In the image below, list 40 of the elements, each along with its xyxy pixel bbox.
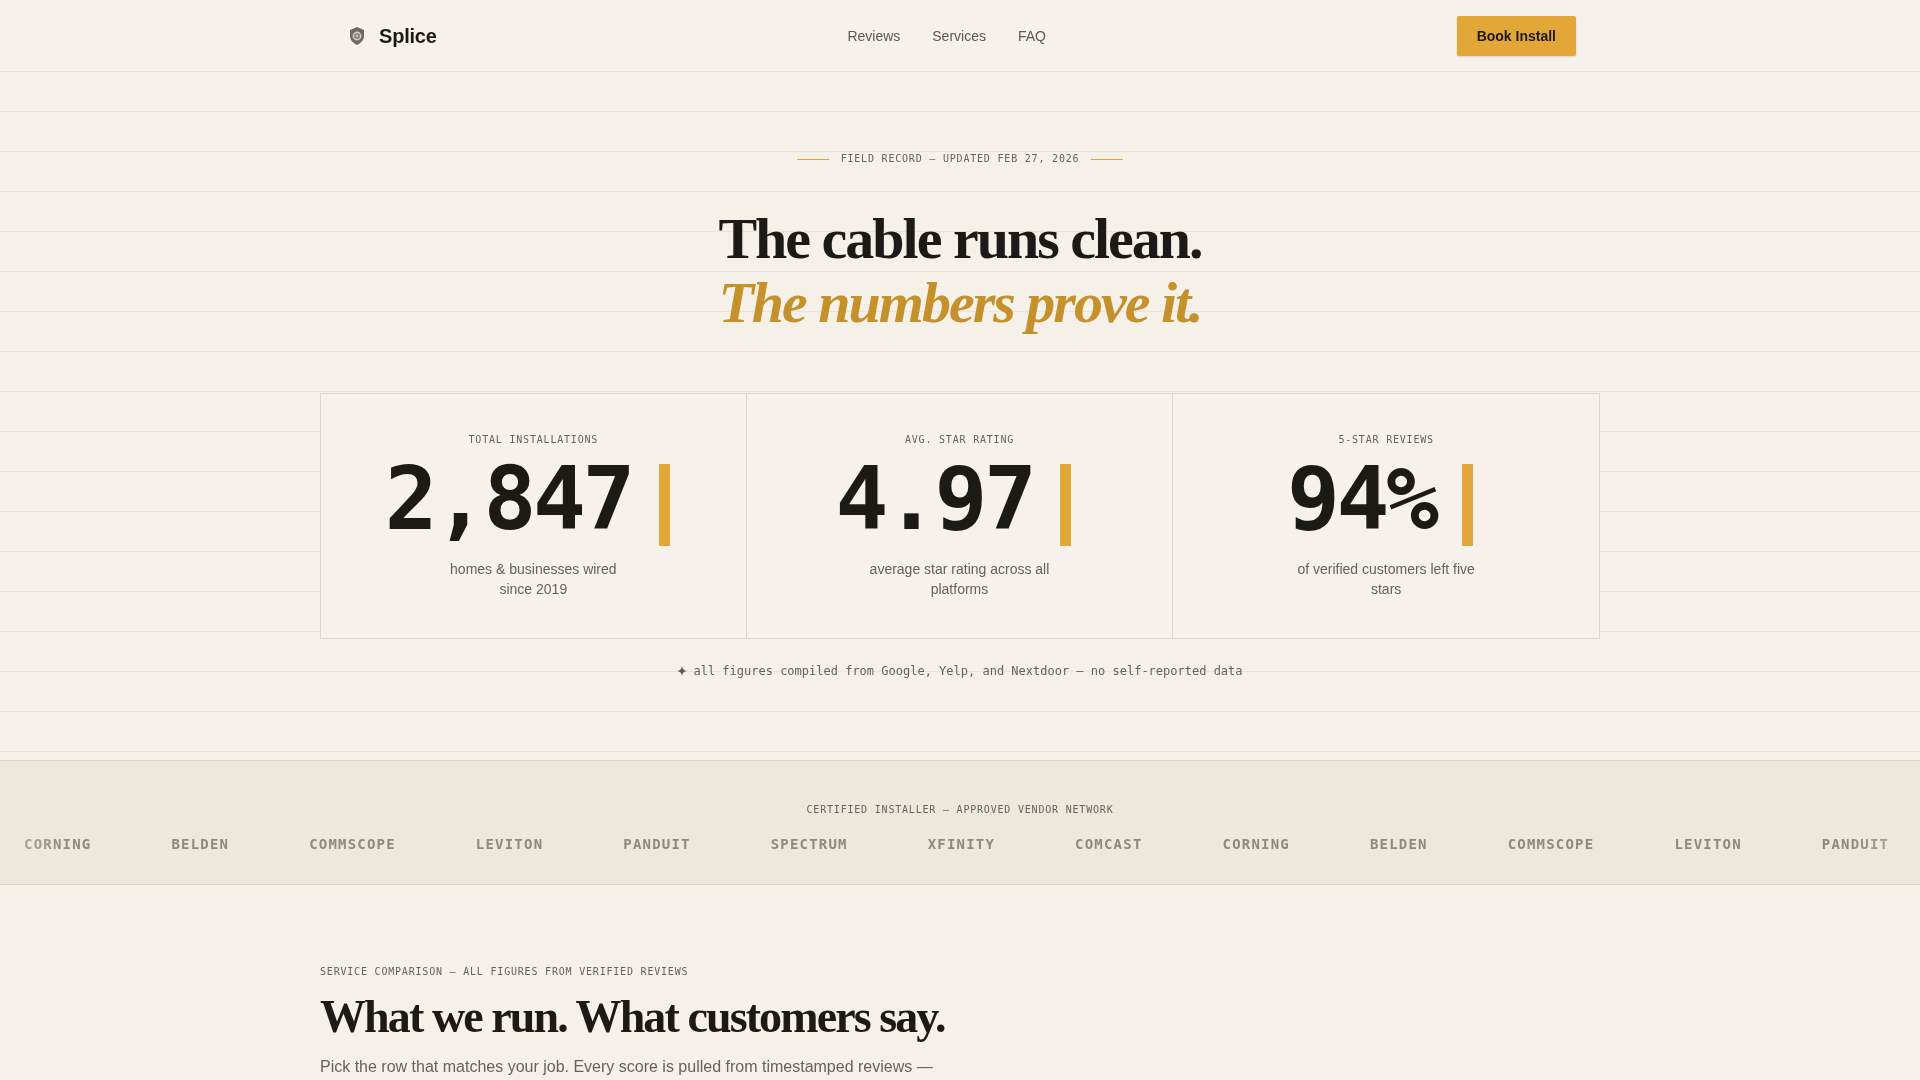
vendor-name: SPECTRUM xyxy=(770,835,848,853)
vendor-name: COMMSCOPE xyxy=(309,835,396,853)
vendor-name: CORNING xyxy=(24,835,92,853)
sparkle-icon xyxy=(677,666,688,676)
nav-link[interactable]: FAQ xyxy=(1017,25,1046,46)
vendor-name: PANDUIT xyxy=(1821,835,1890,853)
footnote-text: all figures compiled from Google, Yelp, and Nextdoor — no self-reported data xyxy=(693,663,1243,679)
hero-title: The cable runs clean. xyxy=(718,207,1202,271)
stat-caption: homes & businesses wired since 2019 xyxy=(449,560,618,599)
nav-link[interactable]: Services xyxy=(932,25,986,46)
stat-label: TOTAL INSTALLATIONS xyxy=(468,433,599,447)
stat-label: AVG. STAR RATING xyxy=(904,433,1015,447)
section-intro: Pick the row that matches your job. Every score is pulled from timestamped reviews — xyxy=(320,1057,933,1077)
cursor-icon xyxy=(1060,464,1072,546)
vendor-name: LEVITON xyxy=(475,835,544,853)
nav-link[interactable]: Reviews xyxy=(847,25,901,46)
stat-value: 94% xyxy=(1286,455,1436,543)
section-title: What we run. What customers say. xyxy=(320,991,945,1043)
vendor-name: BELDEN xyxy=(1369,835,1428,853)
book-install-button[interactable]: Book Install xyxy=(1456,15,1576,56)
cursor-icon xyxy=(659,464,671,546)
stat-value: 2,847 xyxy=(384,455,633,543)
vendor-name: CORNING xyxy=(1222,835,1290,853)
stat-caption: of verified customers left five stars xyxy=(1296,560,1476,599)
section-eyebrow: SERVICE COMPARISON — ALL FIGURES FROM VERIFIED REVIEWS xyxy=(320,965,689,979)
vendor-name: LEVITON xyxy=(1674,835,1742,853)
vendor-name: COMMSCOPE xyxy=(1507,835,1595,853)
stat-caption: average star rating across all platforms xyxy=(868,560,1051,599)
vendor-name: COMCAST xyxy=(1075,835,1143,853)
vendor-name: XFINITY xyxy=(927,835,996,853)
stat-value: 4.97 xyxy=(835,455,1034,543)
vendor-name: BELDEN xyxy=(171,835,230,853)
brand-name: Splice xyxy=(379,23,437,48)
vendor-name: PANDUIT xyxy=(623,835,691,853)
cursor-icon xyxy=(1462,464,1474,546)
stat-label: 5-STAR REVIEWS xyxy=(1338,433,1434,447)
hero-title-accent: The numbers prove it. xyxy=(718,271,1202,335)
band-label: CERTIFIED INSTALLER — APPROVED VENDOR NETWORK xyxy=(806,804,1114,815)
eyebrow-text: FIELD RECORD — UPDATED FEB 27, 2026 xyxy=(840,152,1080,166)
shield-icon xyxy=(348,25,366,46)
